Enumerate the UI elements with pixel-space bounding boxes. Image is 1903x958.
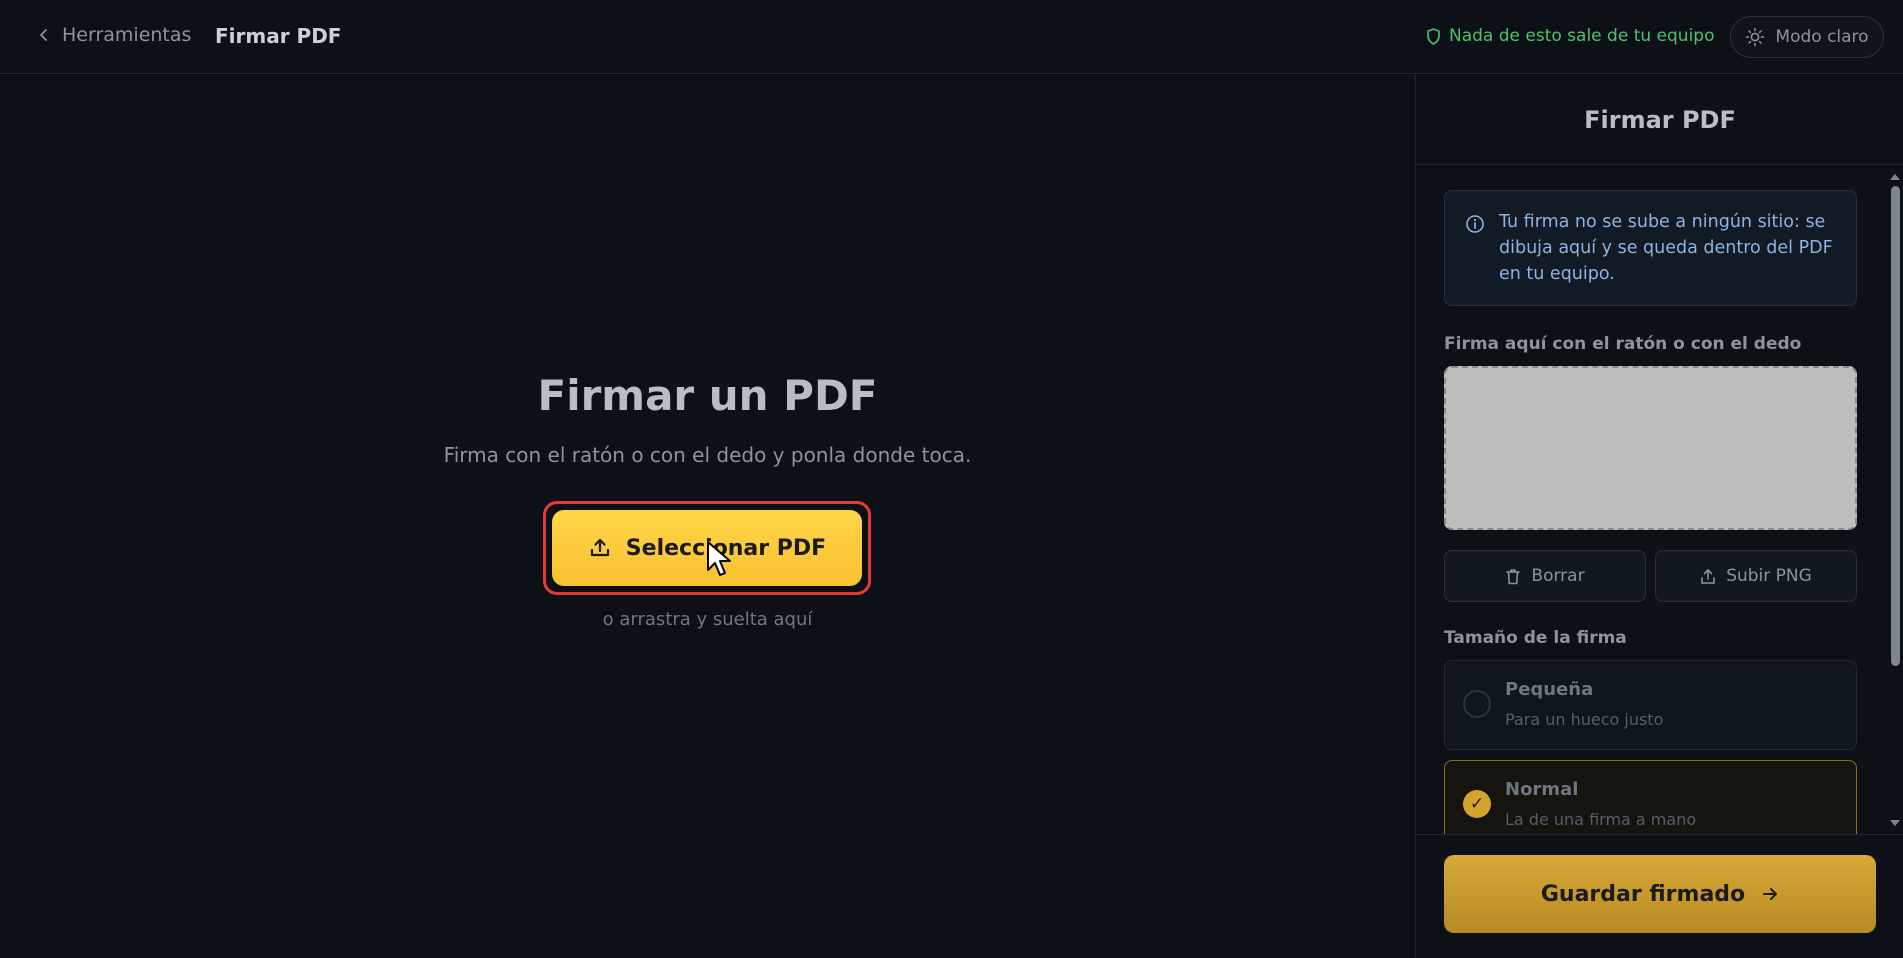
scroll-down-arrow[interactable] [1890, 820, 1900, 826]
page-title: Firmar PDF [215, 24, 342, 48]
drop-hint: o arrastra y suelta aquí [602, 609, 813, 630]
upload-icon [1701, 568, 1715, 584]
upload-icon [590, 538, 609, 557]
mouse-cursor-icon [707, 541, 731, 576]
clear-signature-button[interactable]: Borrar [1444, 550, 1646, 602]
upload-png-button[interactable]: Subir PNG [1655, 550, 1857, 602]
back-link-label: Herramientas [62, 24, 192, 46]
scroll-up-arrow[interactable] [1890, 174, 1900, 180]
check-icon: ✓ [1463, 790, 1491, 818]
save-footer: Guardar firmado [1416, 834, 1903, 958]
sun-icon [1746, 27, 1765, 47]
radio-unselected [1463, 690, 1491, 718]
back-to-tools-link[interactable]: Herramientas [36, 24, 191, 46]
privacy-info-box: Tu firma no se sube a ningún sitio: se d… [1444, 190, 1857, 306]
size-option-normal[interactable]: ✓ Normal La de una firma a mano [1444, 760, 1857, 834]
signature-size-label: Tamaño de la firma [1444, 628, 1627, 648]
privacy-notice: Nada de esto sale de tu equipo [1426, 26, 1714, 46]
trash-icon [1506, 568, 1521, 584]
panel-scrollbar[interactable] [1886, 166, 1903, 834]
save-signed-label: Guardar firmado [1540, 881, 1746, 907]
sign-options-panel: Firmar PDF Tu firma no se sube a ningún … [1415, 75, 1903, 958]
scrollbar-thumb[interactable] [1891, 186, 1900, 666]
main-subtitle: Firma con el ratón o con el dedo y ponla… [443, 443, 972, 467]
panel-scroll-area[interactable]: Tu firma no se sube a ningún sitio: se d… [1416, 166, 1886, 834]
signature-pad[interactable] [1444, 366, 1857, 530]
shield-icon [1427, 27, 1440, 45]
size-option-title: Normal [1505, 779, 1579, 800]
info-text: Tu firma no se sube a ningún sitio: se d… [1499, 212, 1833, 284]
size-option-title: Pequeña [1505, 679, 1594, 700]
panel-title: Firmar PDF [1416, 75, 1903, 165]
theme-toggle-button[interactable]: Modo claro [1730, 16, 1884, 58]
chevron-left-icon [40, 29, 47, 41]
size-option-desc: La de una firma a mano [1505, 810, 1697, 829]
clear-signature-label: Borrar [1531, 566, 1585, 586]
save-signed-button[interactable]: Guardar firmado [1444, 855, 1876, 933]
upload-png-label: Subir PNG [1726, 566, 1812, 586]
main-heading: Firmar un PDF [537, 371, 878, 420]
privacy-text: Nada de esto sale de tu equipo [1449, 26, 1715, 46]
theme-toggle-label: Modo claro [1775, 27, 1869, 47]
size-option-desc: Para un hueco justo [1505, 710, 1664, 729]
signature-pad-label: Firma aquí con el ratón o con el dedo [1444, 334, 1802, 354]
arrow-right-icon [1763, 888, 1778, 900]
info-icon [1466, 215, 1484, 233]
top-bar: Herramientas Firmar PDF Nada de esto sal… [0, 0, 1903, 74]
size-option-small[interactable]: Pequeña Para un hueco justo [1444, 660, 1857, 750]
upload-drop-zone[interactable]: Firmar un PDF Firma con el ratón o con e… [0, 75, 1415, 958]
